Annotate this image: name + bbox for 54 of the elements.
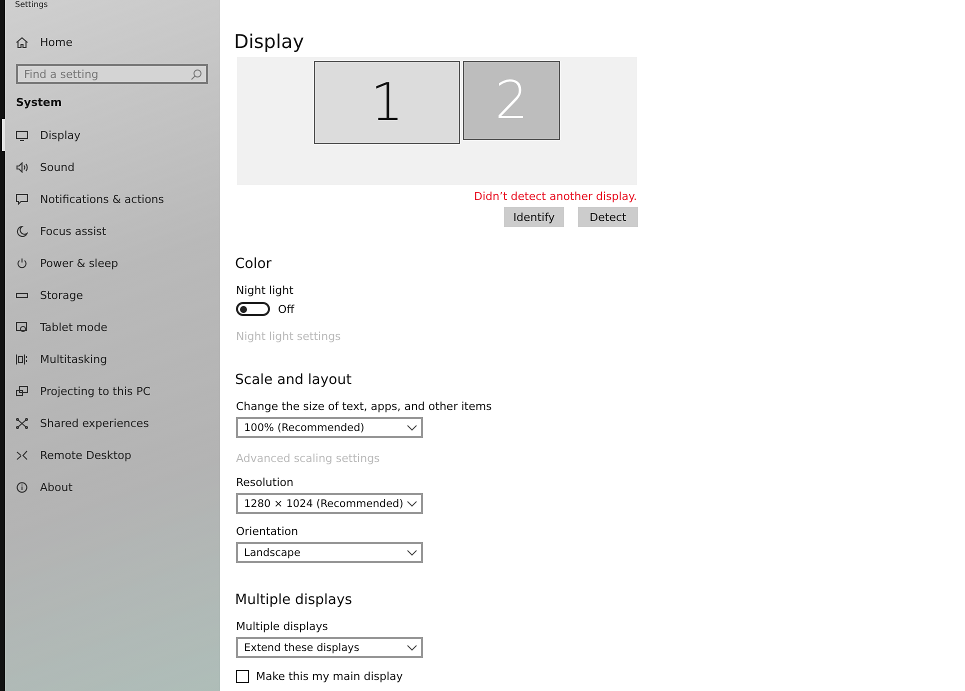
sidebar-item[interactable]: Shared experiences xyxy=(2,407,149,439)
dropdown[interactable]: 100% (Recommended) xyxy=(236,417,423,438)
sidebar-item[interactable]: Display xyxy=(2,119,81,151)
section-heading: Scale and layout xyxy=(235,371,352,389)
section-heading: Color xyxy=(235,255,272,273)
sidebar-item[interactable]: Focus assist xyxy=(2,215,106,247)
search-field[interactable]: Find a setting xyxy=(16,64,208,84)
page-title: Display xyxy=(234,30,304,54)
dropdown[interactable]: Extend these displays xyxy=(236,637,423,658)
section-heading: Multiple displays xyxy=(235,591,352,609)
sidebar-item[interactable]: Projecting to this PC xyxy=(2,375,151,407)
section-heading: System xyxy=(16,95,62,111)
dropdown[interactable]: 1280 × 1024 (Recommended) xyxy=(236,493,423,514)
checkbox-label: Make this my main display xyxy=(256,670,403,683)
monitor-icon xyxy=(16,130,28,140)
remote-desktop-icon xyxy=(16,450,28,460)
speaker-icon xyxy=(16,162,28,172)
projecting-icon xyxy=(16,386,28,396)
multitasking-icon xyxy=(16,354,28,364)
sidebar-item[interactable]: About xyxy=(2,471,73,503)
dropdown-label: Orientation xyxy=(236,525,298,538)
sidebar-item[interactable]: Remote Desktop xyxy=(2,439,132,471)
home-link[interactable]: Home xyxy=(2,26,72,58)
monitor-tile[interactable]: 1 xyxy=(314,61,460,144)
tablet-icon xyxy=(16,322,28,332)
toggle-label: Night light xyxy=(236,284,294,297)
moon-icon xyxy=(16,226,28,236)
search-icon xyxy=(191,69,202,80)
speech-bubble-icon xyxy=(16,194,28,204)
chevron-down-icon xyxy=(407,644,417,650)
shared-icon xyxy=(16,418,28,428)
dropdown-label: Change the size of text, apps, and other items xyxy=(236,400,492,413)
dropdown-label: Multiple displays xyxy=(236,620,328,633)
sidebar-item[interactable]: Sound xyxy=(2,151,75,183)
dropdown[interactable]: Landscape xyxy=(236,542,423,563)
window-title: Settings xyxy=(15,0,48,10)
chevron-down-icon xyxy=(407,550,417,556)
sidebar-item[interactable]: Power & sleep xyxy=(2,247,118,279)
chevron-down-icon xyxy=(407,500,417,506)
toggle-switch[interactable] xyxy=(236,302,270,316)
dropdown-label: Resolution xyxy=(236,476,294,489)
sidebar-item[interactable]: Multitasking xyxy=(2,343,108,375)
toggle-state: Off xyxy=(278,302,294,316)
checkbox[interactable] xyxy=(236,670,249,683)
home-icon xyxy=(16,36,28,48)
info-icon xyxy=(16,482,28,492)
identify-button[interactable]: Identify xyxy=(504,207,564,227)
error-message: Didn’t detect another display. xyxy=(473,190,637,203)
detect-button[interactable]: Detect xyxy=(578,207,638,227)
sidebar-item[interactable]: Storage xyxy=(2,279,84,311)
sidebar-item[interactable]: Tablet mode xyxy=(2,311,108,343)
sidebar-item[interactable]: Notifications & actions xyxy=(2,183,164,215)
power-icon xyxy=(16,258,28,268)
chevron-down-icon xyxy=(407,424,417,430)
